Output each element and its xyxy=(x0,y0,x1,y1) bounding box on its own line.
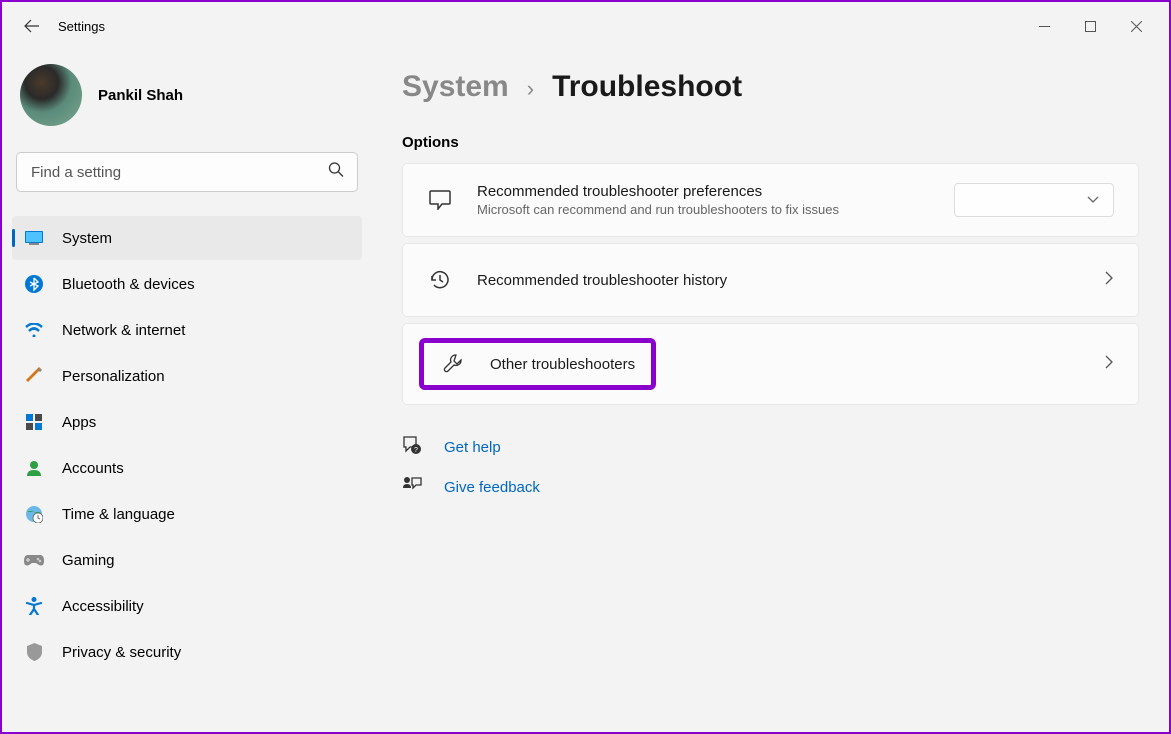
sidebar-item-time[interactable]: Time & language xyxy=(12,492,362,536)
sidebar-item-network[interactable]: Network & internet xyxy=(12,308,362,352)
sidebar-item-label: System xyxy=(62,230,112,247)
shield-icon xyxy=(24,642,44,662)
card-history[interactable]: Recommended troubleshooter history xyxy=(402,243,1139,317)
help-link-text: Get help xyxy=(444,439,501,456)
page-title: Troubleshoot xyxy=(552,70,742,104)
sidebar: Pankil Shah System Bluetooth & devices xyxy=(2,50,372,732)
card-other-troubleshooters[interactable]: Other troubleshooters xyxy=(402,323,1139,405)
sidebar-item-apps[interactable]: Apps xyxy=(12,400,362,444)
accessibility-icon xyxy=(24,596,44,616)
chevron-right-icon xyxy=(1105,271,1114,290)
card-title: Recommended troubleshooter preferences xyxy=(477,183,930,200)
clock-globe-icon xyxy=(24,504,44,524)
sidebar-item-label: Time & language xyxy=(62,506,175,523)
gamepad-icon xyxy=(24,550,44,570)
main-content: System › Troubleshoot Options Recommende… xyxy=(372,50,1169,732)
card-title: Recommended troubleshooter history xyxy=(477,272,1081,289)
section-title: Options xyxy=(402,134,1139,151)
sidebar-item-privacy[interactable]: Privacy & security xyxy=(12,630,362,674)
wifi-icon xyxy=(24,320,44,340)
chat-icon xyxy=(427,190,453,210)
help-links: ? Get help Give feedback xyxy=(402,435,1139,499)
prefs-dropdown[interactable] xyxy=(954,183,1114,217)
person-icon xyxy=(24,458,44,478)
sidebar-item-system[interactable]: System xyxy=(12,216,362,260)
sidebar-item-label: Accessibility xyxy=(62,598,144,615)
bluetooth-icon xyxy=(24,274,44,294)
history-icon xyxy=(427,269,453,291)
search-icon xyxy=(328,162,344,183)
minimize-button[interactable] xyxy=(1021,10,1067,42)
sidebar-item-label: Gaming xyxy=(62,552,115,569)
feedback-link-text: Give feedback xyxy=(444,479,540,496)
system-icon xyxy=(24,228,44,248)
get-help-link[interactable]: ? Get help xyxy=(402,435,1139,460)
sidebar-item-label: Bluetooth & devices xyxy=(62,276,195,293)
close-button[interactable] xyxy=(1113,10,1159,42)
titlebar: Settings xyxy=(2,2,1169,50)
breadcrumb-separator-icon: › xyxy=(527,76,534,102)
minimize-icon xyxy=(1039,21,1050,32)
search-wrap xyxy=(16,152,358,192)
chevron-right-icon xyxy=(1105,355,1114,374)
breadcrumb: System › Troubleshoot xyxy=(402,70,1139,104)
user-name: Pankil Shah xyxy=(98,87,183,104)
avatar xyxy=(20,64,82,126)
card-subtitle: Microsoft can recommend and run troubles… xyxy=(477,202,930,217)
sidebar-item-label: Accounts xyxy=(62,460,124,477)
maximize-button[interactable] xyxy=(1067,10,1113,42)
sidebar-item-gaming[interactable]: Gaming xyxy=(12,538,362,582)
sidebar-item-accessibility[interactable]: Accessibility xyxy=(12,584,362,628)
sidebar-item-accounts[interactable]: Accounts xyxy=(12,446,362,490)
feedback-icon xyxy=(402,476,424,499)
nav: System Bluetooth & devices Network & int… xyxy=(12,216,362,674)
back-button[interactable] xyxy=(12,6,52,46)
arrow-left-icon xyxy=(24,18,40,34)
card-recommended-prefs[interactable]: Recommended troubleshooter preferences M… xyxy=(402,163,1139,237)
user-block[interactable]: Pankil Shah xyxy=(12,50,362,152)
maximize-icon xyxy=(1085,21,1096,32)
window-title: Settings xyxy=(58,19,105,34)
sidebar-item-label: Personalization xyxy=(62,368,165,385)
sidebar-item-personalization[interactable]: Personalization xyxy=(12,354,362,398)
wrench-icon xyxy=(440,353,466,375)
window-controls xyxy=(1021,10,1159,42)
paintbrush-icon xyxy=(24,366,44,386)
help-icon: ? xyxy=(402,435,424,460)
search-input[interactable] xyxy=(16,152,358,192)
sidebar-item-label: Privacy & security xyxy=(62,644,181,661)
sidebar-item-label: Network & internet xyxy=(62,322,185,339)
feedback-link[interactable]: Give feedback xyxy=(402,476,1139,499)
close-icon xyxy=(1131,21,1142,32)
highlight-annotation: Other troubleshooters xyxy=(419,338,656,390)
apps-icon xyxy=(24,412,44,432)
chevron-down-icon xyxy=(1087,196,1099,204)
breadcrumb-parent[interactable]: System xyxy=(402,70,509,104)
svg-text:?: ? xyxy=(414,447,418,454)
card-title: Other troubleshooters xyxy=(490,356,635,373)
sidebar-item-label: Apps xyxy=(62,414,96,431)
sidebar-item-bluetooth[interactable]: Bluetooth & devices xyxy=(12,262,362,306)
